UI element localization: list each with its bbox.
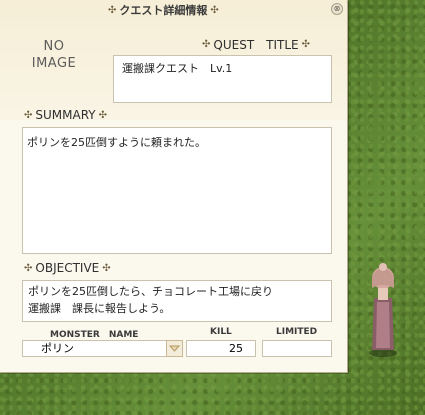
kill-count-field: 25 <box>186 340 256 357</box>
objective-label: OBJECTIVE <box>35 261 100 275</box>
monster-dropdown-button[interactable] <box>166 340 183 357</box>
objective-text-box: ポリンを25匹倒したら、チョコレート工場に戻り 運搬課 課長に報告しよう。 <box>22 280 332 322</box>
clover-icon: ✣ <box>102 262 111 274</box>
summary-text: ポリンを25匹倒すように頼まれた。 <box>27 136 206 149</box>
clover-icon: ✣ <box>108 4 117 16</box>
quest-title-label: QUEST TITLE <box>213 38 299 52</box>
quest-image-placeholder: NO IMAGE <box>0 0 108 110</box>
close-button[interactable]: ⊗ <box>331 3 343 15</box>
kill-count-value: 25 <box>229 342 243 355</box>
quest-title-value: 運搬課クエスト Lv.1 <box>122 62 233 75</box>
summary-label-row: ✣ SUMMARY ✣ <box>24 108 107 122</box>
no-image-line2: IMAGE <box>31 56 77 71</box>
no-image-line1: NO <box>43 39 65 54</box>
player-character-sprite <box>369 263 397 357</box>
objective-line-1: ポリンを25匹倒したら、チョコレート工場に戻り <box>28 285 273 298</box>
monster-name-header: MONSTER NAME <box>50 330 139 340</box>
quest-detail-window: NO IMAGE ✣ クエスト詳細情報 ✣ ⊗ ✣ QUEST TITLE ✣ … <box>0 0 348 373</box>
monster-name-field: ポリン <box>22 340 166 357</box>
quest-title-field: 運搬課クエスト Lv.1 <box>113 55 332 103</box>
clover-icon: ✣ <box>98 109 107 121</box>
window-title-bar[interactable]: ✣ クエスト詳細情報 ✣ <box>108 2 328 18</box>
window-title: クエスト詳細情報 <box>119 4 208 17</box>
objective-label-row: ✣ OBJECTIVE ✣ <box>24 261 111 275</box>
clover-icon: ✣ <box>202 39 211 50</box>
summary-text-box: ポリンを25匹倒すように頼まれた。 <box>22 127 332 254</box>
monster-name-value: ポリン <box>41 342 74 355</box>
kill-header: KILL <box>210 327 232 337</box>
clover-icon: ✣ <box>301 39 311 50</box>
clover-icon: ✣ <box>24 109 33 121</box>
limited-field <box>262 340 332 357</box>
clover-icon: ✣ <box>210 4 219 16</box>
objective-line-2: 運搬課 課長に報告しよう。 <box>28 302 171 315</box>
limited-header: LIMITED <box>276 327 318 337</box>
summary-label: SUMMARY <box>35 108 96 122</box>
quest-title-label-row: ✣ QUEST TITLE ✣ <box>202 36 310 53</box>
clover-icon: ✣ <box>24 262 33 274</box>
triangle-down-icon <box>169 345 180 352</box>
